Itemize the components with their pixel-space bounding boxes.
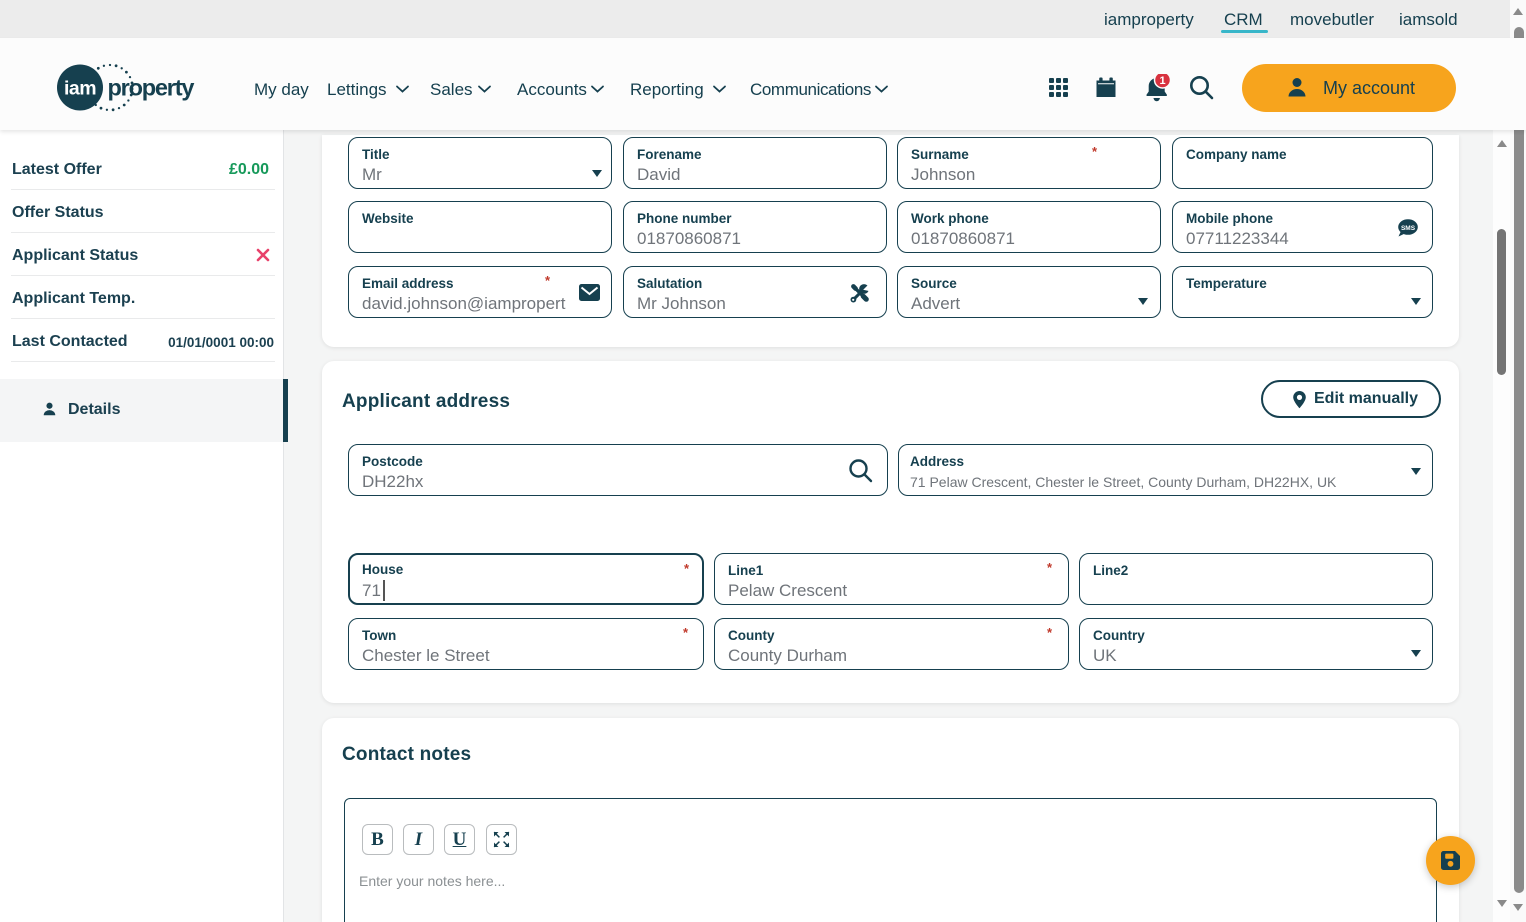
svg-text:iam: iam: [64, 78, 96, 100]
svg-text:SMS: SMS: [1401, 225, 1416, 232]
svg-text:property: property: [108, 75, 195, 101]
svg-text:1: 1: [1159, 75, 1165, 87]
